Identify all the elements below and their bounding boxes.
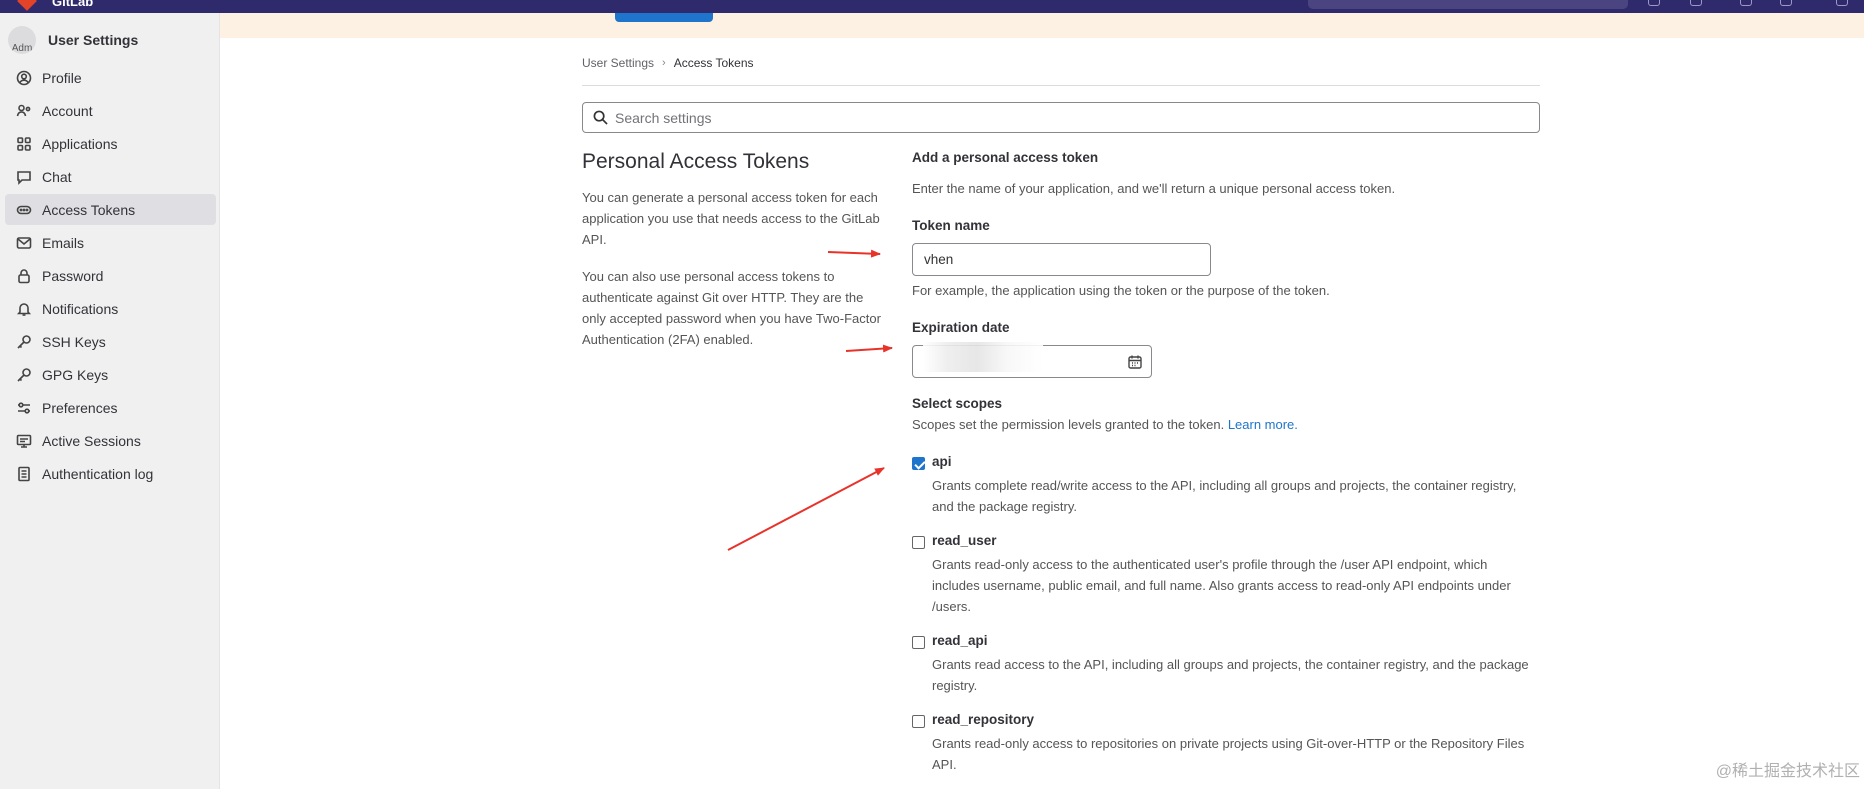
sidebar-item-label: Access Tokens [42, 201, 136, 218]
scopes-description-text: Scopes set the permission levels granted… [912, 417, 1225, 432]
search-icon [593, 110, 608, 125]
intro-paragraph-1: You can generate a personal access token… [582, 190, 880, 247]
profile-icon [16, 70, 32, 86]
scope-read-repository-checkbox[interactable] [912, 715, 925, 728]
scope-name[interactable]: read_repository [932, 712, 1034, 727]
merge-requests-icon[interactable] [1690, 0, 1702, 6]
form-heading-description: Enter the name of your application, and … [912, 181, 1396, 196]
sidebar-item-chat[interactable]: Chat [5, 161, 216, 192]
scope-description: Grants complete read/write access to the… [932, 478, 1517, 514]
avatar[interactable]: Adm [8, 26, 36, 54]
breadcrumb-user-settings[interactable]: User Settings [582, 56, 654, 70]
sidebar-item-notifications[interactable]: Notifications [5, 293, 216, 324]
sidebar-header[interactable]: Adm User Settings [8, 25, 138, 55]
token-name-help: For example, the application using the t… [912, 283, 1330, 298]
preferences-icon [16, 400, 32, 416]
todo-icon[interactable] [1740, 0, 1752, 6]
search-settings-field[interactable] [582, 102, 1540, 133]
key-icon [16, 367, 32, 383]
sidebar-item-label: Account [42, 102, 93, 119]
sidebar-item-authentication-log[interactable]: Authentication log [5, 458, 216, 489]
arrow-to-api-scope [727, 467, 885, 551]
scope-name[interactable]: read_api [932, 633, 988, 648]
sidebar-item-password[interactable]: Password [5, 260, 216, 291]
log-icon [16, 466, 32, 482]
scope-read-api-checkbox[interactable] [912, 636, 925, 649]
sidebar-item-label: Notifications [42, 300, 119, 317]
sidebar-item-label: Profile [42, 69, 82, 86]
scope-description: Grants read-only access to repositories … [932, 736, 1525, 772]
sidebar-nav: Profile Account Applications Chat Access… [5, 62, 216, 491]
expiration-date-field[interactable] [912, 342, 1152, 378]
sidebar-item-active-sessions[interactable]: Active Sessions [5, 425, 216, 456]
user-menu-icon[interactable] [1836, 0, 1848, 6]
divider [582, 85, 1540, 86]
sidebar-item-label: SSH Keys [42, 333, 106, 350]
breadcrumb-access-tokens[interactable]: Access Tokens [674, 56, 754, 70]
create-new-icon[interactable] [1648, 0, 1660, 6]
sidebar-item-profile[interactable]: Profile [5, 62, 216, 93]
sidebar-item-label: Authentication log [42, 465, 154, 482]
scope-read-user-checkbox[interactable] [912, 536, 925, 549]
scope-api-checkbox[interactable] [912, 457, 925, 470]
applications-icon [16, 136, 32, 152]
chat-icon [16, 169, 32, 185]
lock-icon [16, 268, 32, 284]
sidebar-item-label: Active Sessions [42, 432, 141, 449]
redacted-date [923, 342, 1043, 372]
account-icon [16, 103, 32, 119]
form-heading: Add a personal access token [912, 150, 1099, 165]
help-icon[interactable] [1780, 0, 1792, 6]
sidebar-item-label: Preferences [42, 399, 118, 416]
intro-section: Personal Access Tokens You can generate … [582, 150, 882, 366]
scope-name[interactable]: read_user [932, 533, 997, 548]
token-icon [16, 202, 32, 218]
sidebar-item-label: Password [42, 267, 104, 284]
top-navbar: GitLab [0, 0, 1864, 13]
mail-icon [16, 235, 32, 251]
scopes-description: Scopes set the permission levels granted… [912, 417, 1298, 432]
monitor-icon [16, 433, 32, 449]
key-icon [16, 334, 32, 350]
sidebar-item-emails[interactable]: Emails [5, 227, 216, 258]
search-input[interactable] [615, 109, 1515, 126]
learn-more-link[interactable]: Learn more. [1228, 417, 1298, 432]
sidebar-title[interactable]: User Settings [48, 32, 138, 48]
scope-name[interactable]: api [932, 454, 952, 469]
global-search-input[interactable] [1308, 0, 1628, 9]
page-title: Personal Access Tokens [582, 150, 810, 173]
intro-paragraph-2: You can also use personal access tokens … [582, 269, 881, 347]
bell-icon [16, 301, 32, 317]
gitlab-logo-icon[interactable] [17, 0, 37, 11]
expiration-date-label: Expiration date [912, 320, 1010, 335]
sidebar-item-access-tokens[interactable]: Access Tokens [5, 194, 216, 225]
sidebar-item-account[interactable]: Account [5, 95, 216, 126]
sidebar-item-ssh-keys[interactable]: SSH Keys [5, 326, 216, 357]
brand-name[interactable]: GitLab [52, 0, 93, 9]
breadcrumb: User Settings › Access Tokens [582, 56, 754, 70]
alert-banner [220, 13, 1864, 38]
scope-description: Grants read-only access to the authentic… [932, 557, 1511, 614]
sidebar-item-label: Chat [42, 168, 72, 185]
sidebar-item-preferences[interactable]: Preferences [5, 392, 216, 423]
sidebar-item-applications[interactable]: Applications [5, 128, 216, 159]
banner-button[interactable] [615, 13, 713, 22]
scope-description: Grants read access to the API, including… [932, 657, 1529, 693]
sidebar-item-label: GPG Keys [42, 366, 109, 383]
calendar-icon[interactable] [1127, 354, 1143, 370]
sidebar-item-label: Applications [42, 135, 118, 152]
token-name-field[interactable]: vhen [912, 243, 1211, 276]
watermark: @稀土掘金技术社区 [1715, 763, 1860, 780]
sidebar: Adm User Settings Profile Account Applic… [0, 13, 220, 789]
sidebar-item-label: Emails [42, 234, 85, 251]
chevron-right-icon: › [662, 57, 666, 69]
token-name-label: Token name [912, 218, 990, 233]
select-scopes-label: Select scopes [912, 396, 1003, 411]
sidebar-item-gpg-keys[interactable]: GPG Keys [5, 359, 216, 390]
